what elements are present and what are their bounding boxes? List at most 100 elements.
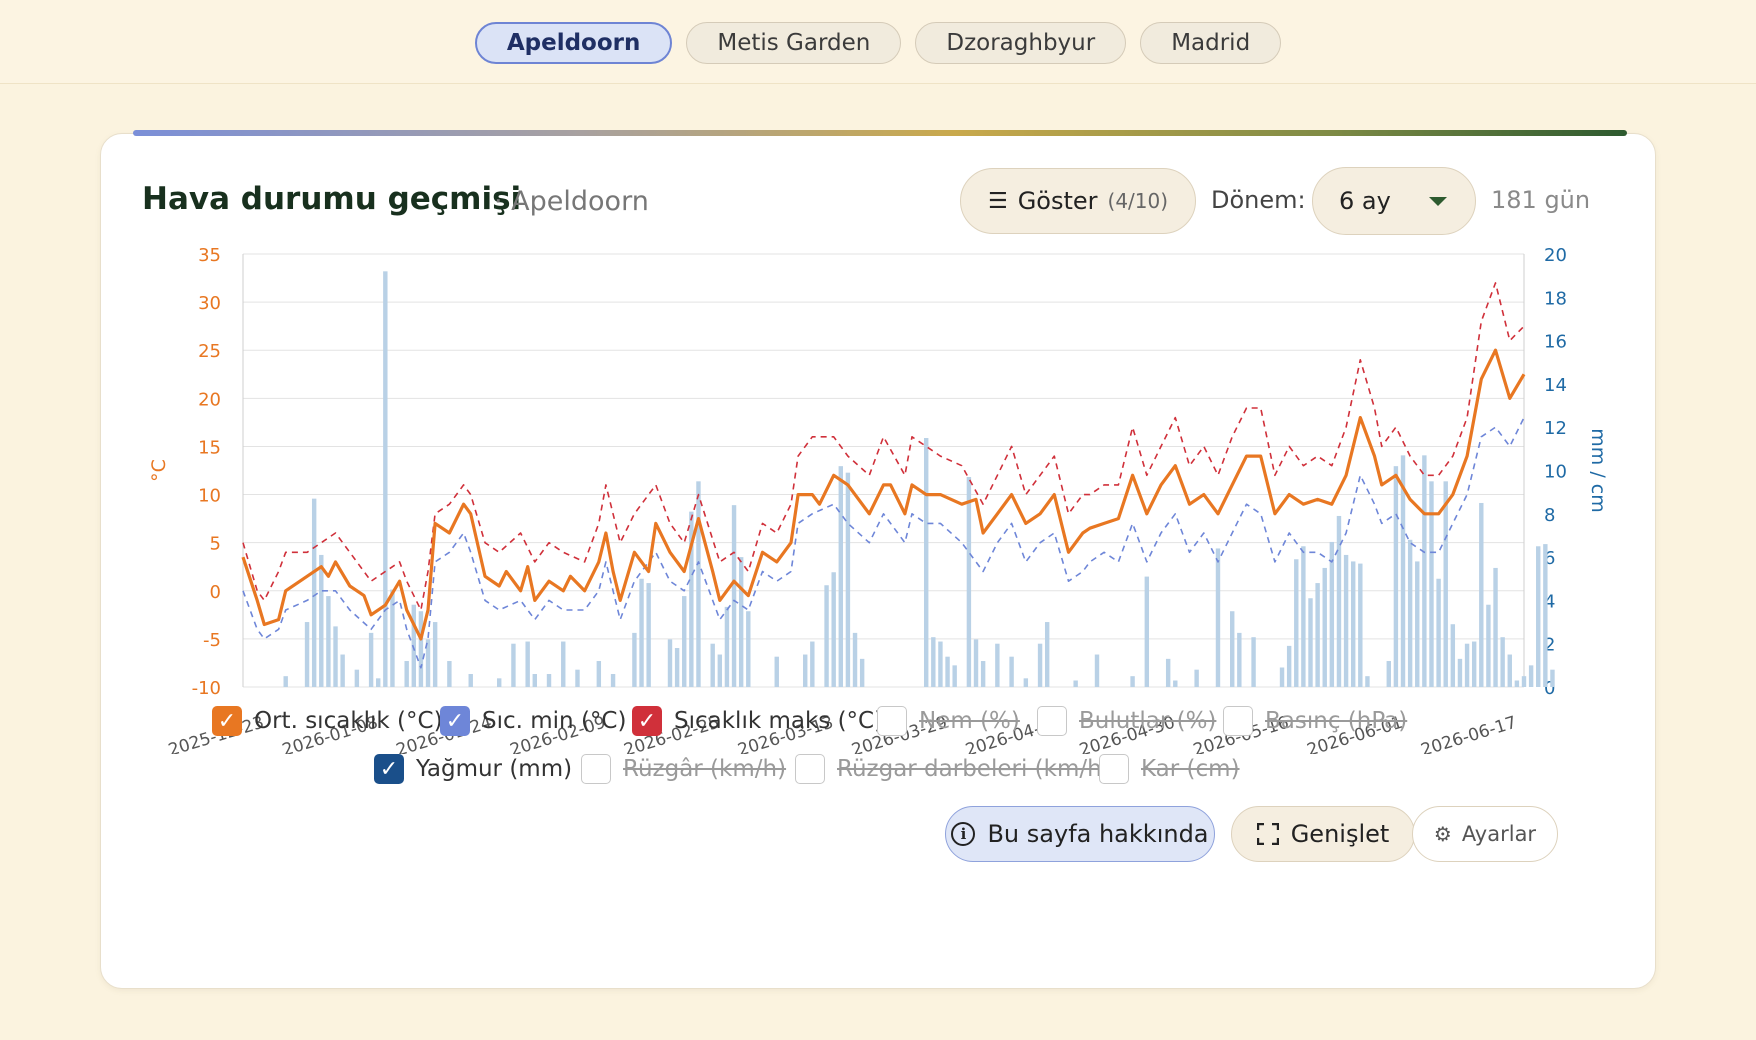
legend-item[interactable]: Rüzgâr (km/h)	[581, 754, 786, 784]
rain-bar	[1422, 455, 1427, 687]
rain-bar	[1251, 637, 1256, 687]
rain-bar	[632, 632, 637, 687]
rain-bar	[1457, 658, 1463, 687]
legend-item[interactable]: Kar (cm)	[1099, 754, 1240, 784]
rain-bar	[532, 674, 537, 687]
y-left-tick-label: 25	[198, 341, 221, 362]
y-right-axis-label: mm / cm	[1587, 428, 1609, 512]
tab-location-dzoraghbyur[interactable]: Dzoraghbyur	[915, 21, 1127, 64]
rain-bar	[696, 481, 701, 687]
rain-bar	[674, 648, 680, 687]
rain-bar	[1521, 676, 1527, 687]
rain-bar	[1130, 676, 1135, 687]
legend-label: Sıc. min (°C)	[482, 708, 627, 734]
rain-bar	[1315, 583, 1320, 687]
rain-bar	[1365, 676, 1370, 687]
rain-bar	[1301, 546, 1306, 687]
legend-item[interactable]: ✓ Yağmur (mm)	[374, 754, 572, 784]
legend-item[interactable]: Rüzgar darbeleri (km/h)	[795, 754, 1111, 784]
about-page-button[interactable]: i Bu sayfa hakkında	[945, 806, 1215, 862]
y-right-tick-label: 10	[1544, 462, 1567, 483]
rain-bar	[938, 641, 943, 687]
rain-bar	[1144, 576, 1150, 687]
legend-item[interactable]: ✓ Sıcaklık maks (°C)	[632, 706, 883, 736]
expand-label: Genişlet	[1290, 820, 1390, 848]
rain-bar	[1023, 678, 1029, 687]
tab-location-apeldoorn[interactable]: Apeldoorn	[474, 21, 673, 64]
rain-bar	[859, 658, 865, 687]
rain-bar	[824, 585, 829, 687]
rain-bar	[496, 678, 502, 687]
y-left-tick-label: 5	[210, 534, 221, 555]
rain-bar	[376, 678, 381, 687]
rain-bar	[404, 661, 409, 687]
rain-bar	[1350, 561, 1356, 687]
rain-bar	[1436, 578, 1441, 687]
tab-location-madrid[interactable]: Madrid	[1140, 21, 1282, 64]
rain-bar	[845, 472, 851, 687]
legend-item[interactable]: Bulutlar (%)	[1037, 706, 1216, 736]
rain-bar	[731, 505, 737, 687]
rain-bar	[717, 654, 723, 687]
rain-bar	[311, 498, 317, 687]
rain-bar	[1464, 643, 1470, 687]
rain-bar	[304, 622, 310, 687]
expand-button[interactable]: Genişlet	[1231, 806, 1415, 862]
rain-bar	[1393, 466, 1399, 687]
rain-bar	[667, 639, 673, 687]
rain-bar	[952, 665, 957, 687]
rain-bar	[418, 611, 424, 687]
checkbox-empty-icon	[1037, 706, 1067, 736]
legend-label: Bulutlar (%)	[1079, 708, 1217, 734]
settings-button[interactable]: ⚙ Ayarlar	[1412, 806, 1558, 862]
rain-bar	[1500, 637, 1505, 687]
legend-item[interactable]: ✓ Sıc. min (°C)	[440, 706, 626, 736]
tab-location-metis-garden[interactable]: Metis Garden	[686, 21, 902, 64]
rain-bar	[810, 641, 815, 687]
rain-bar	[646, 583, 651, 687]
rain-bar	[326, 596, 331, 687]
legend-item[interactable]: Nem (%)	[877, 706, 1020, 736]
rain-bar	[923, 438, 929, 687]
rain-bar	[1173, 680, 1178, 687]
rain-bar	[774, 656, 779, 687]
rain-bar	[1358, 563, 1363, 687]
rain-bar	[610, 674, 616, 687]
y-left-tick-label: 0	[210, 582, 221, 603]
rain-bar	[1507, 654, 1512, 687]
rain-bar	[980, 661, 986, 687]
legend-item[interactable]: ✓ Ort. sıcaklık (°C)	[212, 706, 443, 736]
rain-bar	[1237, 632, 1242, 687]
y-right-tick-label: 18	[1544, 288, 1567, 309]
checkbox-empty-icon	[581, 754, 611, 784]
rain-bar	[1415, 561, 1420, 687]
checkbox-checked-icon: ✓	[632, 706, 662, 736]
rain-bar	[333, 626, 338, 687]
settings-label: Ayarlar	[1461, 822, 1537, 846]
legend-item[interactable]: Basınç (hPa)	[1223, 706, 1407, 736]
rain-bar	[561, 641, 566, 687]
y-left-tick-label: 10	[198, 486, 221, 507]
rain-bar	[1286, 645, 1292, 687]
legend-label: Ort. sıcaklık (°C)	[254, 708, 443, 734]
rain-bar	[1343, 554, 1349, 687]
rain-bar	[596, 661, 602, 687]
legend-label: Kar (cm)	[1141, 756, 1240, 782]
rain-bar	[383, 271, 388, 687]
rain-bar	[724, 606, 730, 687]
y-right-tick-label: 16	[1544, 332, 1567, 353]
rain-bar	[682, 596, 687, 687]
rain-bar	[1322, 567, 1327, 687]
legend-label: Nem (%)	[919, 708, 1020, 734]
legend-label: Rüzgar darbeleri (km/h)	[837, 756, 1111, 782]
y-left-tick-label: -5	[203, 630, 221, 651]
rain-bar	[1165, 658, 1171, 687]
legend-label: Rüzgâr (km/h)	[623, 756, 787, 782]
rain-bar	[1443, 481, 1448, 687]
legend-label: Yağmur (mm)	[416, 756, 573, 782]
rain-bar	[525, 641, 530, 687]
rain-bar	[639, 578, 644, 687]
y-left-tick-label: 30	[198, 293, 221, 314]
rain-bar	[1479, 502, 1484, 687]
gear-icon: ⚙	[1433, 822, 1452, 846]
